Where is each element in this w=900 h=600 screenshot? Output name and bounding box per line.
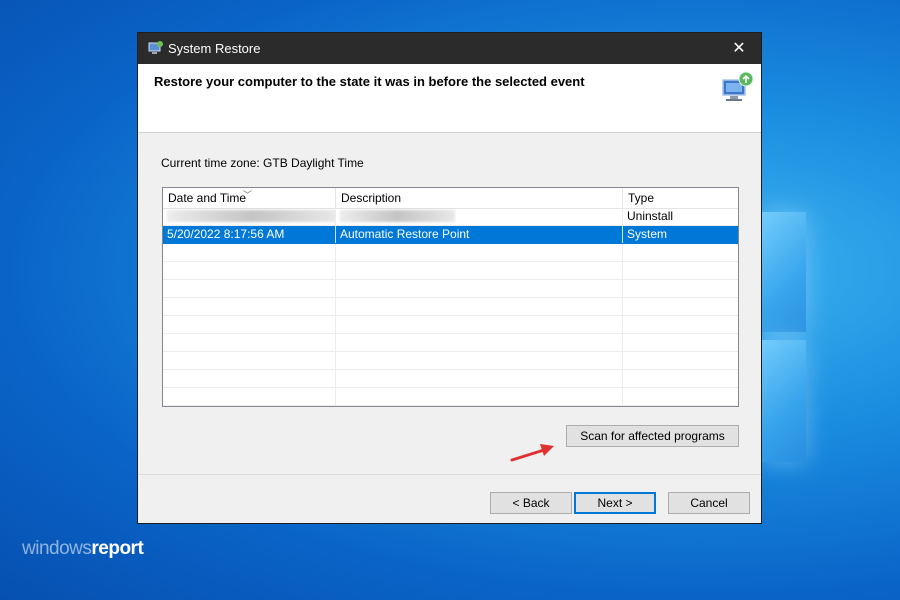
- empty-cell: [336, 280, 623, 297]
- empty-row: [163, 370, 738, 388]
- empty-row: [163, 280, 738, 298]
- cell-date: 5/20/2022 8:17:56 AM: [163, 226, 336, 243]
- empty-cell: [336, 334, 623, 351]
- table-row[interactable]: Uninstall: [163, 208, 738, 226]
- next-button[interactable]: Next >: [574, 492, 656, 514]
- cell-description: Automatic Restore Point: [336, 226, 623, 243]
- annotation-arrow: [510, 444, 554, 462]
- empty-row: [163, 244, 738, 262]
- empty-cell: [336, 244, 623, 261]
- column-header-type[interactable]: Type: [623, 188, 738, 208]
- cell-type: System: [627, 227, 668, 241]
- timezone-label: Current time zone: GTB Daylight Time: [161, 156, 364, 170]
- empty-cell: [623, 334, 738, 351]
- empty-cell: [336, 352, 623, 369]
- empty-cell: [623, 352, 738, 369]
- empty-cell: [623, 316, 738, 333]
- wizard-header: Restore your computer to the state it wa…: [138, 64, 761, 133]
- empty-cell: [163, 280, 336, 297]
- empty-cell: [163, 334, 336, 351]
- close-icon: ✕: [732, 40, 746, 57]
- empty-cell: [163, 262, 336, 279]
- column-header-date[interactable]: Date and Time ﹀: [163, 188, 336, 208]
- empty-cell: [623, 388, 738, 405]
- restore-points-table[interactable]: Date and Time ﹀ Description Type Uninsta…: [162, 187, 739, 407]
- empty-cell: [163, 370, 336, 387]
- empty-cell: [336, 298, 623, 315]
- redacted-description: [340, 210, 455, 222]
- watermark-logo: windowsreport: [22, 538, 144, 560]
- empty-cell: [336, 370, 623, 387]
- empty-row: [163, 388, 738, 406]
- system-restore-icon: [148, 41, 163, 54]
- empty-cell: [163, 244, 336, 261]
- empty-cell: [623, 262, 738, 279]
- empty-cell: [163, 316, 336, 333]
- back-button[interactable]: < Back: [490, 492, 572, 514]
- sort-chevron-icon: ﹀: [243, 190, 253, 200]
- computer-restore-icon: [722, 71, 754, 101]
- column-header-description[interactable]: Description: [336, 188, 623, 208]
- empty-cell: [623, 370, 738, 387]
- empty-cell: [336, 388, 623, 405]
- empty-row: [163, 298, 738, 316]
- scan-affected-programs-button[interactable]: Scan for affected programs: [566, 425, 739, 447]
- empty-row: [163, 316, 738, 334]
- cell-description: [336, 208, 623, 225]
- title-bar[interactable]: System Restore ✕: [138, 33, 761, 64]
- empty-cell: [623, 280, 738, 297]
- divider: [138, 474, 761, 475]
- watermark-part2: report: [91, 538, 144, 559]
- window-title: System Restore: [168, 41, 261, 56]
- watermark-part1: windows: [22, 538, 92, 559]
- empty-cell: [163, 298, 336, 315]
- column-header-type-label: Type: [628, 191, 655, 205]
- empty-cell: [623, 298, 738, 315]
- page-title: Restore your computer to the state it wa…: [154, 74, 585, 89]
- column-header-description-label: Description: [341, 191, 402, 205]
- table-row-selected[interactable]: 5/20/2022 8:17:56 AM Automatic Restore P…: [163, 226, 738, 244]
- empty-row: [163, 262, 738, 280]
- table-header: Date and Time ﹀ Description Type: [163, 188, 738, 209]
- empty-cell: [623, 244, 738, 261]
- empty-cell: [336, 262, 623, 279]
- windows-logo-pane-bottom: [762, 340, 806, 462]
- system-restore-window: System Restore ✕ Restore your computer t…: [137, 32, 762, 524]
- empty-cell: [163, 352, 336, 369]
- empty-cell: [336, 316, 623, 333]
- close-button[interactable]: ✕: [717, 33, 761, 64]
- cell-date: [163, 208, 336, 225]
- windows-logo-pane-top: [762, 212, 806, 332]
- redacted-date: [167, 210, 335, 222]
- empty-cell: [163, 388, 336, 405]
- empty-row: [163, 352, 738, 370]
- cell-type: Uninstall: [627, 209, 674, 223]
- empty-row: [163, 334, 738, 352]
- column-header-date-label: Date and Time: [168, 191, 247, 205]
- cancel-button[interactable]: Cancel: [668, 492, 750, 514]
